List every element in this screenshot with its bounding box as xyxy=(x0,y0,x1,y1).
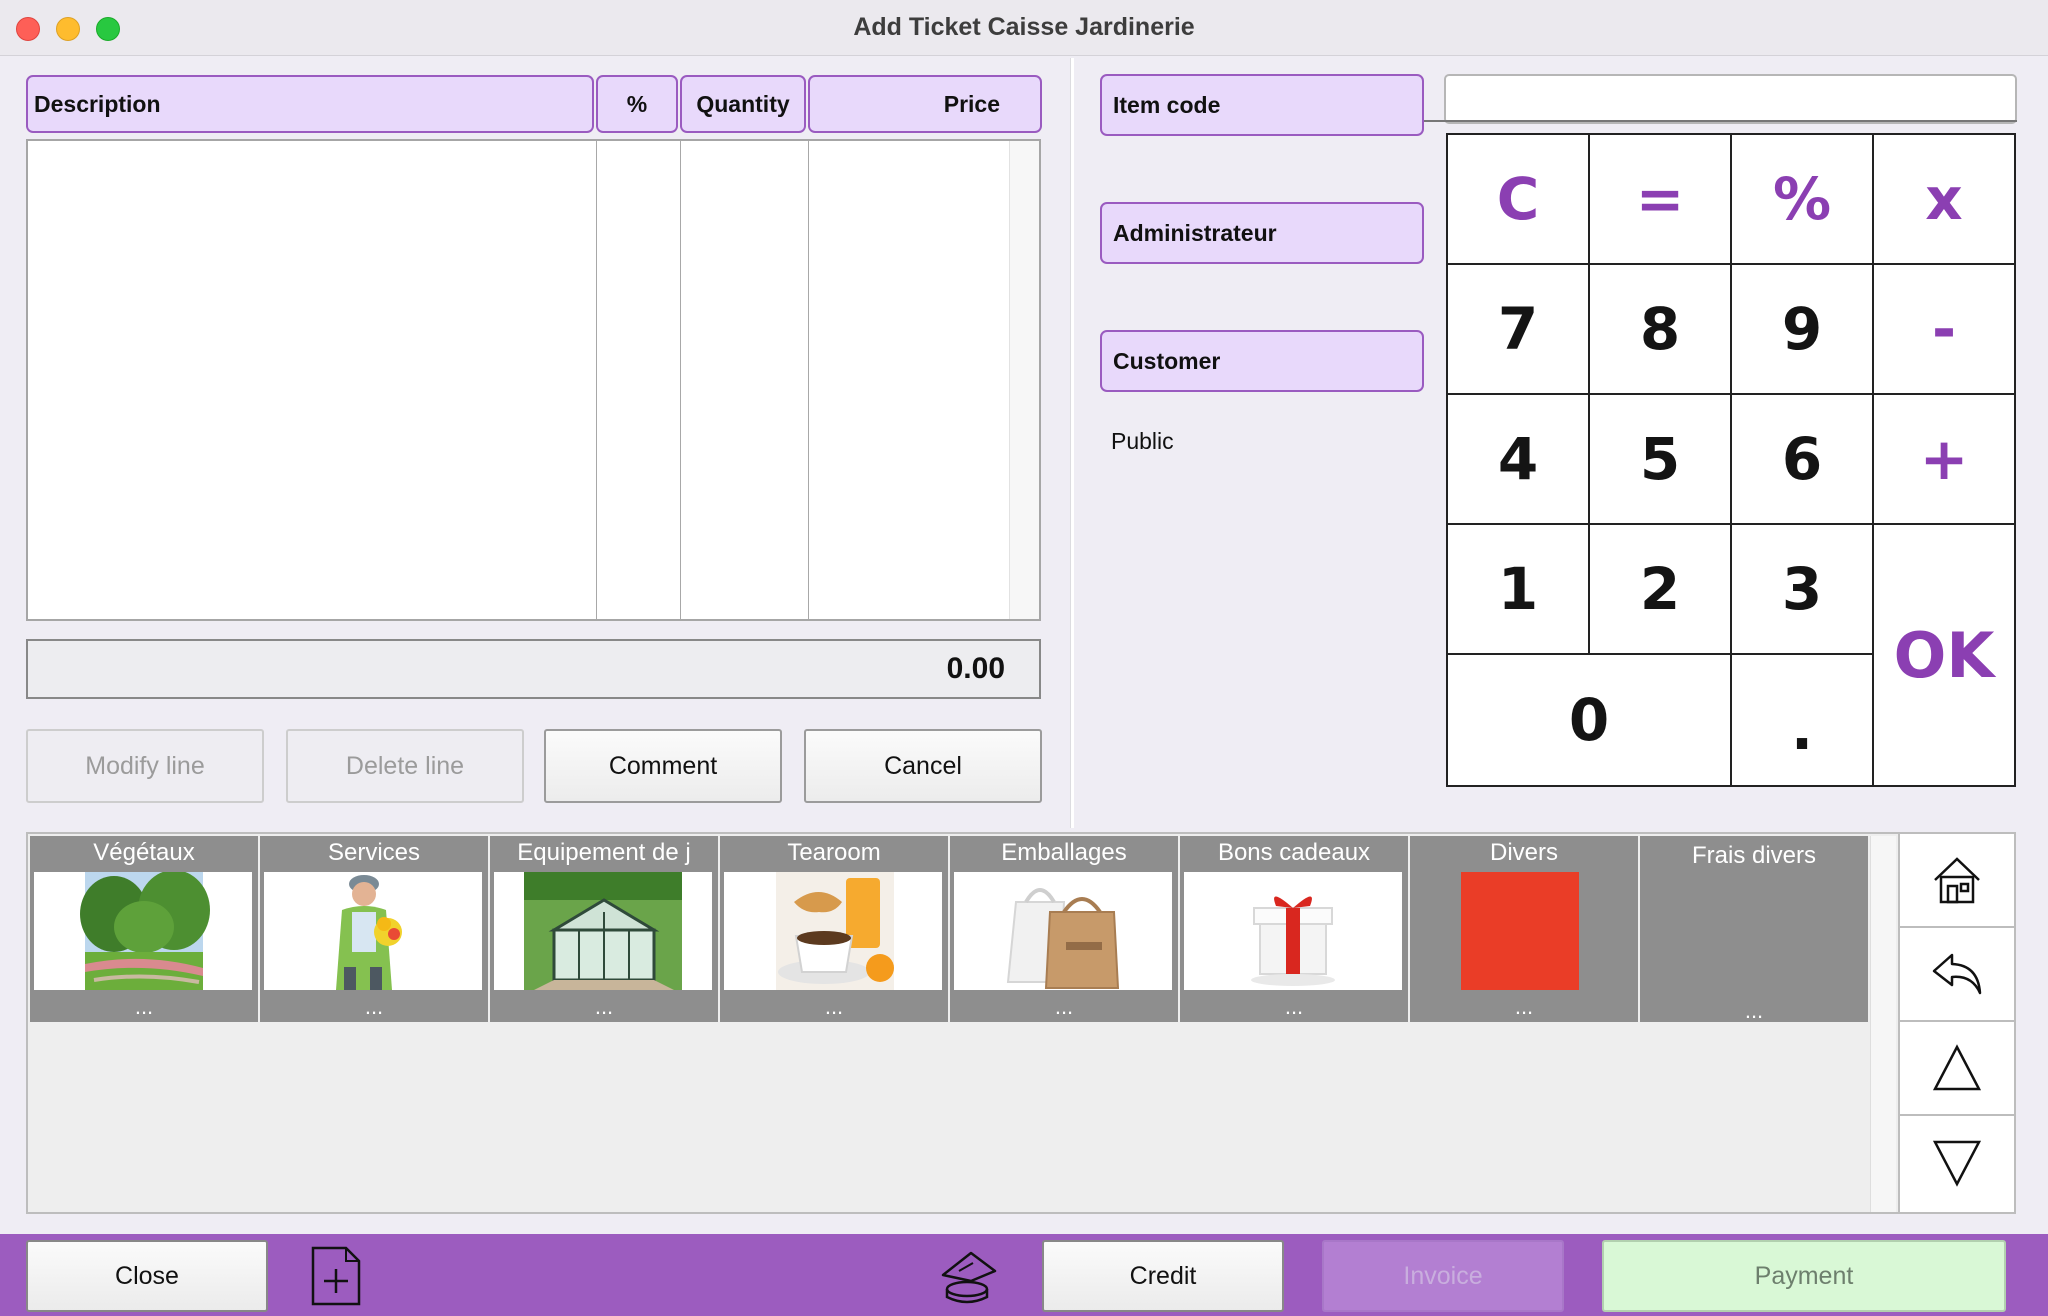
comment-button[interactable]: Comment xyxy=(544,729,782,803)
category-tile-vegetaux[interactable]: Végétaux ... xyxy=(30,836,258,1022)
column-header-price[interactable]: Price xyxy=(808,75,1042,133)
undo-icon[interactable] xyxy=(1900,928,2014,1022)
new-document-icon[interactable] xyxy=(308,1244,364,1308)
category-tile-services[interactable]: Services ... xyxy=(260,836,488,1022)
close-button[interactable]: Close xyxy=(26,1240,268,1312)
category-label: Tearoom xyxy=(787,839,881,866)
greenhouse-photo-icon xyxy=(494,872,712,990)
delete-line-button[interactable]: Delete line xyxy=(286,729,524,803)
column-divider xyxy=(808,141,809,619)
item-code-label: Item code xyxy=(1100,74,1424,136)
category-label: Emballages xyxy=(1001,839,1127,866)
key-3[interactable]: 3 xyxy=(1732,525,1874,655)
ticket-total-value: 0.00 xyxy=(946,652,1005,685)
coins-hand-icon[interactable] xyxy=(936,1244,1000,1308)
key-8[interactable]: 8 xyxy=(1590,265,1732,395)
category-label: Végétaux xyxy=(93,839,195,866)
panel-divider xyxy=(1070,58,1074,828)
red-square-icon xyxy=(1461,872,1579,990)
ticket-total: 0.00 xyxy=(26,639,1041,699)
gardener-photo-icon xyxy=(264,872,482,990)
numeric-keypad: C = % x 7 8 9 - 4 5 6 + 1 2 3 0 . OK xyxy=(1446,133,2016,787)
key-1[interactable]: 1 xyxy=(1448,525,1590,655)
category-tile-tearoom[interactable]: Tearoom ... xyxy=(720,836,948,1022)
category-tile-emballages[interactable]: Emballages ... xyxy=(950,836,1178,1022)
credit-button[interactable]: Credit xyxy=(1042,1240,1284,1312)
invoice-button[interactable]: Invoice xyxy=(1322,1240,1564,1312)
customer-button[interactable]: Customer xyxy=(1100,330,1424,392)
paper-bags-photo-icon xyxy=(954,872,1172,990)
key-5[interactable]: 5 xyxy=(1590,395,1732,525)
key-clear[interactable]: C xyxy=(1448,135,1590,265)
column-header-percent[interactable]: % xyxy=(596,75,678,133)
key-4[interactable]: 4 xyxy=(1448,395,1590,525)
key-multiply[interactable]: x xyxy=(1874,135,2014,265)
category-scrollbar[interactable] xyxy=(1870,836,1896,1212)
column-header-description[interactable]: Description xyxy=(26,75,594,133)
key-0[interactable]: 0 xyxy=(1448,655,1732,785)
key-6[interactable]: 6 xyxy=(1732,395,1874,525)
modify-line-button[interactable]: Modify line xyxy=(26,729,264,803)
key-percent[interactable]: % xyxy=(1732,135,1874,265)
key-decimal[interactable]: . xyxy=(1732,655,1874,785)
category-more: ... xyxy=(1054,994,1074,1019)
category-label: Bons cadeaux xyxy=(1217,839,1371,866)
column-divider xyxy=(680,141,681,619)
category-more: ... xyxy=(1744,998,1764,1023)
item-code-input[interactable] xyxy=(1444,74,2017,124)
category-tile-equipement[interactable]: Equipement de j ... xyxy=(490,836,718,1022)
customer-name: Public xyxy=(1111,428,1174,454)
category-more: ... xyxy=(134,994,154,1019)
category-more: ... xyxy=(1284,994,1304,1019)
window-titlebar: Add Ticket Caisse Jardinerie xyxy=(0,0,2048,56)
ticket-lines-list[interactable] xyxy=(26,139,1041,621)
category-more: ... xyxy=(824,994,844,1019)
key-equals[interactable]: = xyxy=(1590,135,1732,265)
coffee-croissant-photo-icon xyxy=(724,872,942,990)
ticket-list-scrollbar[interactable] xyxy=(1009,141,1039,619)
down-triangle-icon[interactable] xyxy=(1900,1116,2014,1210)
category-more: ... xyxy=(364,994,384,1019)
category-label: Equipement de j xyxy=(517,839,691,866)
column-divider xyxy=(596,141,597,619)
key-ok[interactable]: OK xyxy=(1874,525,2014,785)
key-plus[interactable]: + xyxy=(1874,395,2014,525)
item-code-underline xyxy=(1424,120,2017,122)
category-label: Frais divers xyxy=(1691,842,1817,869)
key-minus[interactable]: - xyxy=(1874,265,2014,395)
window-title: Add Ticket Caisse Jardinerie xyxy=(853,13,1195,41)
category-tile-divers[interactable]: Divers ... xyxy=(1410,836,1638,1022)
key-9[interactable]: 9 xyxy=(1732,265,1874,395)
category-more: ... xyxy=(594,994,614,1019)
key-2[interactable]: 2 xyxy=(1590,525,1732,655)
category-tile-frais-divers[interactable]: Frais divers ... xyxy=(1640,836,1868,1023)
operator-button[interactable]: Administrateur xyxy=(1100,202,1424,264)
category-navigation xyxy=(1898,832,2016,1214)
cancel-button[interactable]: Cancel xyxy=(804,729,1042,803)
home-icon[interactable] xyxy=(1900,834,2014,928)
category-label: Divers xyxy=(1489,839,1558,866)
category-more: ... xyxy=(1514,994,1534,1019)
category-tile-bons-cadeaux[interactable]: Bons cadeaux ... xyxy=(1180,836,1408,1022)
column-header-quantity[interactable]: Quantity xyxy=(680,75,806,133)
key-7[interactable]: 7 xyxy=(1448,265,1590,395)
park-garden-photo-icon xyxy=(34,872,252,990)
up-triangle-icon[interactable] xyxy=(1900,1022,2014,1116)
category-label: Services xyxy=(327,839,421,866)
payment-button[interactable]: Payment xyxy=(1602,1240,2006,1312)
gift-box-photo-icon xyxy=(1184,872,1402,990)
